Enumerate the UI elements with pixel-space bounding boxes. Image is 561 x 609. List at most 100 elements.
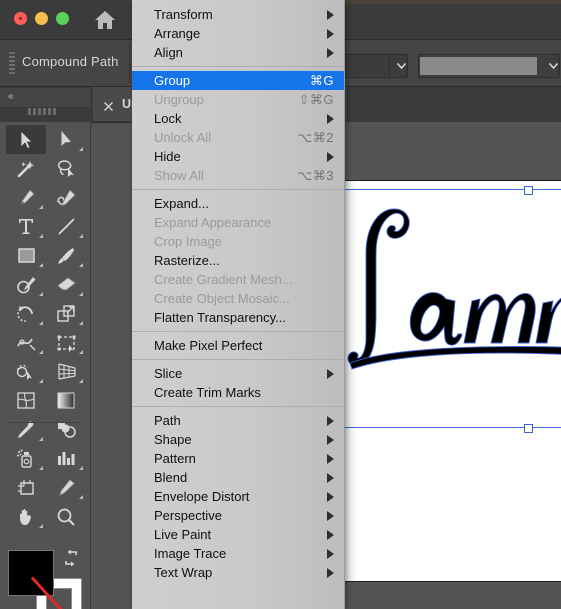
stroke-style-dropdown[interactable]	[418, 54, 560, 78]
menu-item-label: Create Gradient Mesh...	[154, 272, 293, 287]
flyout-indicator	[79, 350, 83, 354]
submenu-arrow-icon	[327, 113, 334, 124]
flyout-indicator	[39, 292, 43, 296]
gradient-tool[interactable]	[46, 386, 86, 415]
menu-item-transform[interactable]: Transform	[132, 5, 344, 24]
artboard-tool[interactable]	[6, 473, 46, 502]
dropdown-divider	[389, 56, 390, 76]
rotate-tool[interactable]	[6, 299, 46, 328]
perspective-grid-tool[interactable]	[46, 357, 86, 386]
column-graph-tool[interactable]	[46, 444, 86, 473]
menu-item-label: Arrange	[154, 26, 201, 41]
menu-item-flatten-transparency[interactable]: Flatten Transparency...	[132, 308, 344, 327]
menu-item-label: Envelope Distort	[154, 489, 250, 504]
submenu-arrow-icon	[327, 368, 334, 379]
menu-item-path[interactable]: Path	[132, 411, 344, 430]
menu-item-shape[interactable]: Shape	[132, 430, 344, 449]
eraser-tool[interactable]	[46, 270, 86, 299]
menu-item-arrange[interactable]: Arrange	[132, 24, 344, 43]
menu-item-blend[interactable]: Blend	[132, 468, 344, 487]
menu-item-rasterize[interactable]: Rasterize...	[132, 251, 344, 270]
curvature-tool[interactable]	[46, 183, 86, 212]
control-bar-grip[interactable]	[9, 52, 15, 74]
panel-collapse-bar[interactable]: «	[0, 88, 90, 108]
hand-tool[interactable]	[6, 502, 46, 531]
stroke-swatch[interactable]	[420, 57, 537, 75]
collapse-panel-icon[interactable]: «	[8, 92, 14, 102]
swap-fill-stroke-icon[interactable]	[63, 549, 79, 567]
scale-tool[interactable]	[46, 299, 86, 328]
flyout-indicator	[79, 292, 83, 296]
menu-item-label: Lock	[154, 111, 182, 126]
menu-item-ungroup: Ungroup ⇧⌘G	[132, 90, 344, 109]
flyout-indicator	[79, 379, 83, 383]
menu-item-label: Rasterize...	[154, 253, 220, 268]
line-segment-tool[interactable]	[46, 212, 86, 241]
submenu-arrow-icon	[327, 415, 334, 426]
lasso-tool[interactable]	[46, 154, 86, 183]
menu-separator	[132, 189, 344, 190]
menu-item-group[interactable]: Group ⌘G	[132, 71, 344, 90]
menu-item-text-wrap[interactable]: Text Wrap	[132, 563, 344, 582]
width-tool[interactable]	[6, 328, 46, 357]
menu-item-create-trim-marks[interactable]: Create Trim Marks	[132, 383, 344, 402]
submenu-arrow-icon	[327, 548, 334, 559]
slice-tool[interactable]	[46, 473, 86, 502]
fill-color-swatch[interactable]	[8, 550, 54, 596]
menu-item-shortcut: ⇧⌘G	[298, 91, 334, 107]
menu-item-create-gradient-mesh: Create Gradient Mesh...	[132, 270, 344, 289]
menu-separator	[132, 66, 344, 67]
menu-item-image-trace[interactable]: Image Trace	[132, 544, 344, 563]
canvas-area[interactable]	[344, 122, 561, 609]
zoom-tool[interactable]	[46, 502, 86, 531]
submenu-arrow-icon	[327, 567, 334, 578]
chevron-down-icon[interactable]	[547, 55, 559, 77]
eyedropper-tool[interactable]	[6, 415, 46, 444]
shape-builder-tool[interactable]	[6, 357, 46, 386]
menu-separator	[132, 331, 344, 332]
type-tool[interactable]	[6, 212, 46, 241]
direct-selection-tool[interactable]	[46, 125, 86, 154]
free-transform-tool[interactable]	[46, 328, 86, 357]
menu-item-envelope-distort[interactable]: Envelope Distort	[132, 487, 344, 506]
artboard[interactable]	[344, 180, 561, 582]
menu-item-label: Ungroup	[154, 92, 204, 107]
close-window-button[interactable]	[14, 12, 27, 25]
submenu-arrow-icon	[327, 9, 334, 20]
menu-item-expand[interactable]: Expand...	[132, 194, 344, 213]
flyout-indicator	[79, 495, 83, 499]
home-icon[interactable]	[94, 10, 116, 30]
maximize-window-button[interactable]	[56, 12, 69, 25]
menu-item-unlock-all: Unlock All ⌥⌘2	[132, 128, 344, 147]
menu-item-hide[interactable]: Hide	[132, 147, 344, 166]
flyout-indicator	[79, 147, 83, 151]
menu-item-label: Image Trace	[154, 546, 227, 561]
menu-item-slice[interactable]: Slice	[132, 364, 344, 383]
artwork-lettering[interactable]	[344, 191, 561, 431]
object-context-menu[interactable]: Transform Arrange Align Group ⌘G Ungroup ⇧⌘G Lo…	[132, 0, 345, 609]
menu-item-perspective[interactable]: Perspective	[132, 506, 344, 525]
menu-item-label: Expand...	[154, 196, 209, 211]
blend-tool[interactable]	[46, 415, 86, 444]
flyout-indicator	[39, 205, 43, 209]
flyout-indicator	[39, 379, 43, 383]
toolbar-drag-handle[interactable]	[28, 108, 56, 115]
flyout-indicator	[39, 321, 43, 325]
selection-tool[interactable]	[6, 125, 46, 154]
paintbrush-tool[interactable]	[46, 241, 86, 270]
flyout-indicator	[39, 263, 43, 267]
menu-item-pattern[interactable]: Pattern	[132, 449, 344, 468]
magic-wand-tool[interactable]	[6, 154, 46, 183]
pen-tool[interactable]	[6, 183, 46, 212]
menu-item-make-pixel-perfect[interactable]: Make Pixel Perfect	[132, 336, 344, 355]
rectangle-tool[interactable]	[6, 241, 46, 270]
symbol-sprayer-tool[interactable]	[6, 444, 46, 473]
menu-item-align[interactable]: Align	[132, 43, 344, 62]
close-icon[interactable]	[103, 99, 114, 111]
shaper-tool[interactable]	[6, 270, 46, 299]
mesh-tool[interactable]	[6, 386, 46, 415]
chevron-down-icon[interactable]	[395, 55, 407, 77]
menu-item-live-paint[interactable]: Live Paint	[132, 525, 344, 544]
minimize-window-button[interactable]	[35, 12, 48, 25]
menu-item-lock[interactable]: Lock	[132, 109, 344, 128]
